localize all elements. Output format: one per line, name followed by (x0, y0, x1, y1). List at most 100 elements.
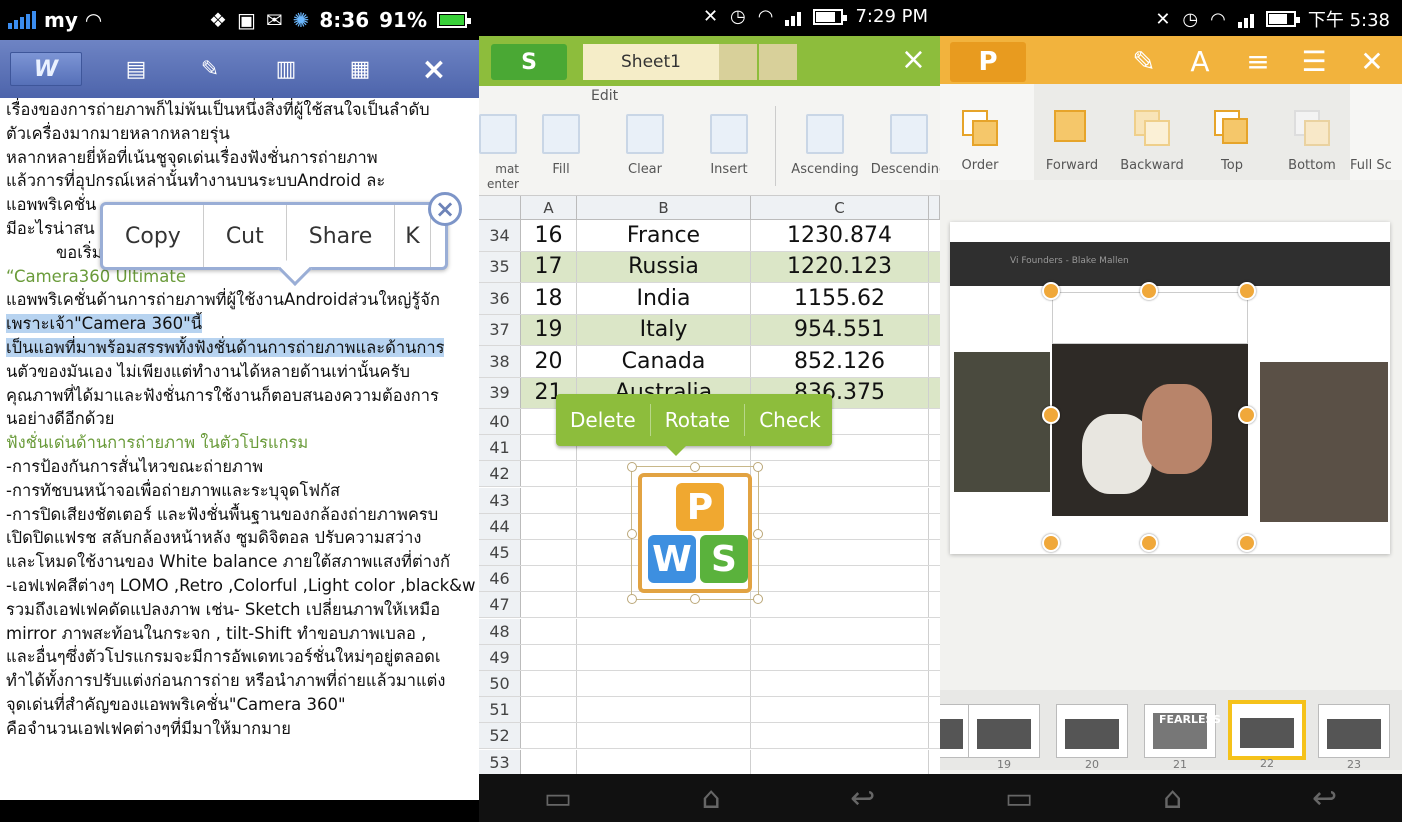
resize-handle[interactable] (1140, 282, 1158, 300)
cell-c[interactable]: 954.551 (751, 314, 929, 345)
slide-thumbnail[interactable]: 23 (1318, 704, 1390, 771)
format-center-button[interactable]: mat enter (479, 108, 519, 192)
column-header-d[interactable] (929, 196, 940, 220)
column-header-c[interactable]: C (751, 196, 929, 220)
row-header[interactable]: 36 (479, 283, 521, 314)
close-button[interactable]: × (414, 52, 454, 87)
slide-thumbnail-selected[interactable]: 22 (1228, 700, 1306, 770)
resize-handle[interactable] (627, 529, 637, 539)
presentation-app-button[interactable]: P (950, 42, 1026, 82)
resize-handle[interactable] (690, 462, 700, 472)
order-button[interactable]: Order (940, 108, 1020, 173)
cell-c[interactable] (751, 618, 929, 644)
cell-c[interactable]: 1220.123 (751, 251, 929, 282)
cell-b[interactable] (577, 644, 751, 670)
row-header[interactable]: 40 (479, 409, 521, 434)
cell-a[interactable]: 17 (521, 251, 577, 282)
resize-handle[interactable] (753, 594, 763, 604)
row-header[interactable]: 34 (479, 220, 521, 251)
cell-a[interactable]: 18 (521, 283, 577, 314)
edit-icon[interactable]: ✎ (1124, 42, 1164, 80)
row-header[interactable]: 39 (479, 377, 521, 408)
home-icon[interactable]: ⌂ (702, 781, 721, 816)
slide-thumbnail[interactable]: 19 (968, 704, 1040, 771)
table-row[interactable]: 53 (479, 749, 940, 776)
row-header[interactable]: 37 (479, 314, 521, 345)
cell-a[interactable]: 16 (521, 220, 577, 251)
cell-b[interactable]: Canada (577, 346, 751, 377)
tab-empty[interactable] (759, 44, 797, 80)
sheets-app-button[interactable]: S (491, 44, 567, 80)
cell-c[interactable] (751, 723, 929, 749)
cell-c[interactable] (751, 540, 929, 565)
cell-b[interactable]: France (577, 220, 751, 251)
cell-c[interactable]: 852.126 (751, 346, 929, 377)
cell-b[interactable] (577, 697, 751, 723)
row-header[interactable]: 41 (479, 435, 521, 461)
sort-descending-button[interactable]: Descending (869, 108, 940, 177)
cell-c[interactable]: 1230.874 (751, 220, 929, 251)
row-header[interactable]: 44 (479, 513, 521, 539)
cell-c[interactable] (751, 697, 929, 723)
writer-app-button[interactable]: W (10, 52, 82, 86)
cell-a[interactable] (521, 461, 577, 487)
full-screen-button[interactable]: Full Sc (1350, 108, 1402, 173)
resize-handle[interactable] (1238, 282, 1256, 300)
share-button[interactable]: Share (287, 205, 396, 267)
column-header-b[interactable]: B (577, 196, 751, 220)
recent-apps-icon[interactable]: ▭ (1005, 781, 1033, 816)
close-button[interactable]: × (901, 42, 926, 77)
cell-c[interactable] (751, 566, 929, 592)
row-header[interactable]: 52 (479, 723, 521, 749)
check-button[interactable]: Check (745, 404, 835, 436)
cell-a[interactable] (521, 749, 577, 775)
copy-button[interactable]: Copy (103, 205, 204, 267)
row-header[interactable]: 50 (479, 671, 521, 696)
save-icon[interactable]: ▤ (116, 52, 156, 86)
row-header[interactable]: 43 (479, 487, 521, 513)
cell-b[interactable]: Italy (577, 314, 751, 345)
resize-handle[interactable] (1140, 534, 1158, 552)
back-icon[interactable]: ↩ (1312, 781, 1337, 816)
table-row[interactable]: 36 18 India 1155.62 (479, 283, 940, 315)
table-row[interactable]: 38 20 Canada 852.126 (479, 346, 940, 378)
cell-b[interactable] (577, 749, 751, 775)
bring-to-top-button[interactable]: Top (1192, 108, 1272, 173)
table-row[interactable]: 49 (479, 644, 940, 671)
document-body[interactable]: เรื่องของการถ่ายภาพก็ไม่พ้นเป็นหนึ่งสิ่ง… (6, 98, 479, 741)
row-header[interactable]: 46 (479, 566, 521, 592)
cell-a[interactable] (521, 513, 577, 539)
table-row[interactable]: 50 (479, 671, 940, 697)
cell-c[interactable] (751, 461, 929, 487)
cut-button[interactable]: Cut (204, 205, 287, 267)
text-icon[interactable]: A (1180, 42, 1220, 80)
row-header[interactable]: 49 (479, 644, 521, 670)
back-icon[interactable]: ↩ (850, 781, 875, 816)
column-header-a[interactable]: A (521, 196, 577, 220)
align-icon[interactable]: ≡ (1238, 42, 1278, 80)
send-to-bottom-button[interactable]: Bottom (1272, 108, 1352, 173)
table-row[interactable]: 37 19 Italy 954.551 (479, 314, 940, 346)
selected-text[interactable]: เพราะเจ้า"Camera 360"นี้ (6, 314, 203, 334)
context-menu-close-icon[interactable]: × (428, 192, 462, 226)
insert-button[interactable]: Insert (689, 108, 769, 177)
cell-a[interactable]: 20 (521, 346, 577, 377)
cell-b[interactable]: India (577, 283, 751, 314)
resize-handle[interactable] (1042, 406, 1060, 424)
more-button[interactable]: K (395, 205, 431, 267)
table-row[interactable]: 35 17 Russia 1220.123 (479, 251, 940, 283)
edit-icon[interactable]: ✎ (190, 52, 230, 86)
resize-handle[interactable] (627, 462, 637, 472)
selected-photo[interactable] (1052, 344, 1248, 516)
cell-c[interactable] (751, 513, 929, 539)
cell-a[interactable] (521, 487, 577, 513)
resize-handle[interactable] (1238, 534, 1256, 552)
close-icon[interactable]: ✕ (1352, 42, 1392, 80)
row-header[interactable]: 42 (479, 461, 521, 487)
resize-handle[interactable] (753, 462, 763, 472)
clipboard-icon[interactable]: ▦ (340, 52, 380, 86)
sort-ascending-button[interactable]: Ascending (785, 108, 865, 177)
cell-c[interactable] (751, 671, 929, 696)
cell-a[interactable] (521, 618, 577, 644)
table-row[interactable]: 48 (479, 618, 940, 645)
